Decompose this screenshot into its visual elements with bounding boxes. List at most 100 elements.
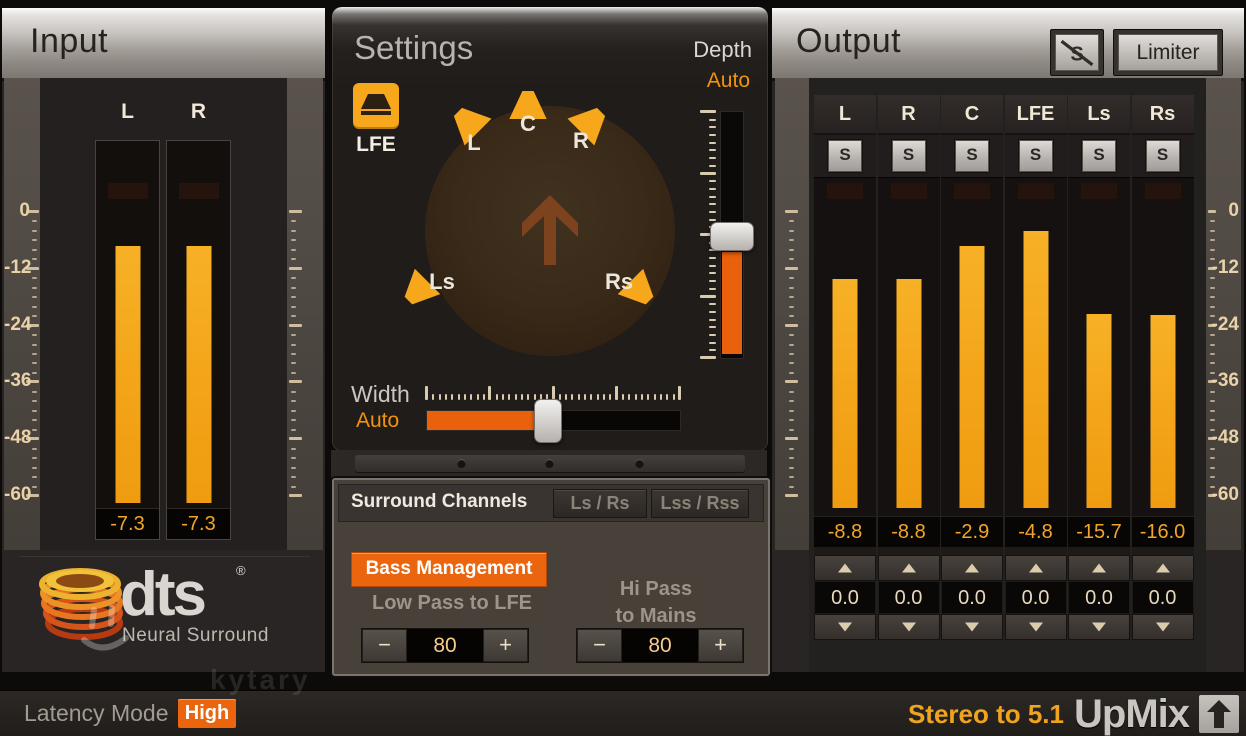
low-pass-stepper: − 80 +: [361, 628, 529, 663]
down-arrow-icon: [1029, 623, 1043, 632]
input-channel-label: R: [166, 100, 231, 124]
limiter-button[interactable]: Limiter: [1113, 29, 1223, 76]
latency-mode-value-badge[interactable]: High: [178, 699, 236, 728]
trim-up-button[interactable]: [1068, 555, 1130, 581]
output-channel: LFE S -4.8 0.0: [1005, 95, 1067, 636]
width-scale: [426, 385, 679, 400]
solo-button[interactable]: S: [955, 140, 989, 172]
trim-up-button[interactable]: [814, 555, 876, 581]
clip-indicator: [1145, 183, 1181, 199]
meter-bar: [186, 246, 211, 503]
solo-button[interactable]: S: [1146, 140, 1180, 172]
settings-panel: Settings Depth Auto LFE L C R Ls Rs: [331, 6, 769, 452]
solo-defeat-icon: S: [1057, 37, 1097, 69]
clip-indicator: [954, 183, 990, 199]
trim-value: 0.0: [814, 581, 876, 614]
solo-row: S: [814, 135, 876, 177]
svg-text:S: S: [1070, 43, 1083, 65]
trim-value: 0.0: [1005, 581, 1067, 614]
input-panel: Input 0-12-24-36-48-60 L -7.3 R -7.3: [2, 8, 325, 672]
width-slider-handle[interactable]: [534, 399, 562, 443]
up-arrow-icon: [1029, 564, 1043, 573]
spacer: [1005, 547, 1067, 555]
depth-label: Depth: [693, 37, 752, 63]
input-meters: L -7.3 R -7.3: [40, 78, 287, 550]
speaker-label-rs: Rs: [605, 269, 633, 295]
output-channel: R S -8.8 0.0: [878, 95, 940, 636]
trim-value: 0.0: [941, 581, 1003, 614]
down-arrow-icon: [965, 623, 979, 632]
low-pass-minus-button[interactable]: −: [362, 629, 407, 662]
trim-down-button[interactable]: [1132, 614, 1194, 640]
spacer: [1132, 547, 1194, 555]
trim-up-button[interactable]: [1132, 555, 1194, 581]
spacer: [814, 547, 876, 555]
spacer: [878, 547, 940, 555]
up-arrow-icon: [1092, 564, 1106, 573]
upmix-brand-group: Stereo to 5.1 UpMix: [908, 691, 1239, 736]
trim-down-button[interactable]: [941, 614, 1003, 640]
lfe-label: LFE: [345, 133, 407, 157]
settings-title: Settings: [354, 29, 473, 67]
width-mode-value: Auto: [356, 409, 399, 433]
solo-row: S: [1068, 135, 1130, 177]
solo-button[interactable]: S: [1082, 140, 1116, 172]
trim-up-button[interactable]: [1005, 555, 1067, 581]
upmix-direction-arrow-icon: [518, 189, 582, 273]
trim-up-button[interactable]: [941, 555, 1003, 581]
latency-mode-label: Latency Mode: [24, 700, 168, 727]
dts-tagline: Neural Surround: [122, 625, 269, 647]
meter-bar: [1150, 315, 1175, 508]
up-arrow-icon: [965, 564, 979, 573]
solo-defeat-button[interactable]: S: [1050, 29, 1104, 76]
limiter-button-label: Limiter: [1118, 34, 1218, 71]
trim-down-button[interactable]: [878, 614, 940, 640]
output-channel-label: R: [878, 95, 940, 135]
input-meter: -7.3: [95, 140, 160, 540]
screw-strip: [355, 455, 745, 472]
output-title: Output: [796, 22, 901, 61]
dts-coil-icon: [38, 565, 130, 651]
registered-mark: ®: [236, 563, 246, 578]
lfe-toggle-button[interactable]: [353, 83, 399, 129]
input-level-value: -7.3: [167, 508, 230, 539]
low-pass-value: 80: [407, 629, 483, 662]
surround-mode-lsrs-button[interactable]: Ls / Rs: [553, 489, 647, 518]
input-channel: R -7.3: [166, 140, 231, 540]
up-arrow-icon: [838, 564, 852, 573]
output-channel: Ls S -15.7 0.0: [1068, 95, 1130, 636]
depth-slider-fill: [722, 252, 742, 354]
trim-down-button[interactable]: [1005, 614, 1067, 640]
spacer: [1068, 547, 1130, 555]
dts-wordmark: dts: [120, 559, 204, 630]
trim-down-button[interactable]: [814, 614, 876, 640]
meter-bar: [896, 279, 921, 508]
output-channel: Rs S -16.0 0.0: [1132, 95, 1194, 636]
solo-button[interactable]: S: [892, 140, 926, 172]
output-meter-well: [1068, 177, 1130, 516]
output-meter-well: [878, 177, 940, 516]
clip-indicator: [827, 183, 863, 199]
clip-indicator: [108, 183, 148, 199]
solo-button[interactable]: S: [1019, 140, 1053, 172]
low-pass-plus-button[interactable]: +: [483, 629, 528, 662]
hi-pass-plus-button[interactable]: +: [698, 629, 743, 662]
spacer: [941, 547, 1003, 555]
input-header: Input: [2, 8, 325, 81]
solo-button[interactable]: S: [828, 140, 862, 172]
trim-up-button[interactable]: [878, 555, 940, 581]
output-level-value: -2.9: [941, 516, 1003, 547]
surround-channels-section: Surround Channels Ls / Rs Lss / Rss Bass…: [332, 478, 770, 676]
output-meter-well: [814, 177, 876, 516]
bass-management-button[interactable]: Bass Management: [351, 552, 547, 587]
trim-down-button[interactable]: [1068, 614, 1130, 640]
up-arrow-icon: [1156, 564, 1170, 573]
surround-mode-lssrss-button[interactable]: Lss / Rss: [651, 489, 749, 518]
down-arrow-icon: [902, 623, 916, 632]
width-label: Width: [351, 381, 410, 408]
input-db-scale-right: [287, 78, 323, 550]
down-arrow-icon: [1156, 623, 1170, 632]
hi-pass-minus-button[interactable]: −: [577, 629, 622, 662]
depth-slider-handle[interactable]: [710, 222, 754, 251]
status-bar: Latency Mode High Stereo to 5.1 UpMix: [0, 690, 1246, 736]
